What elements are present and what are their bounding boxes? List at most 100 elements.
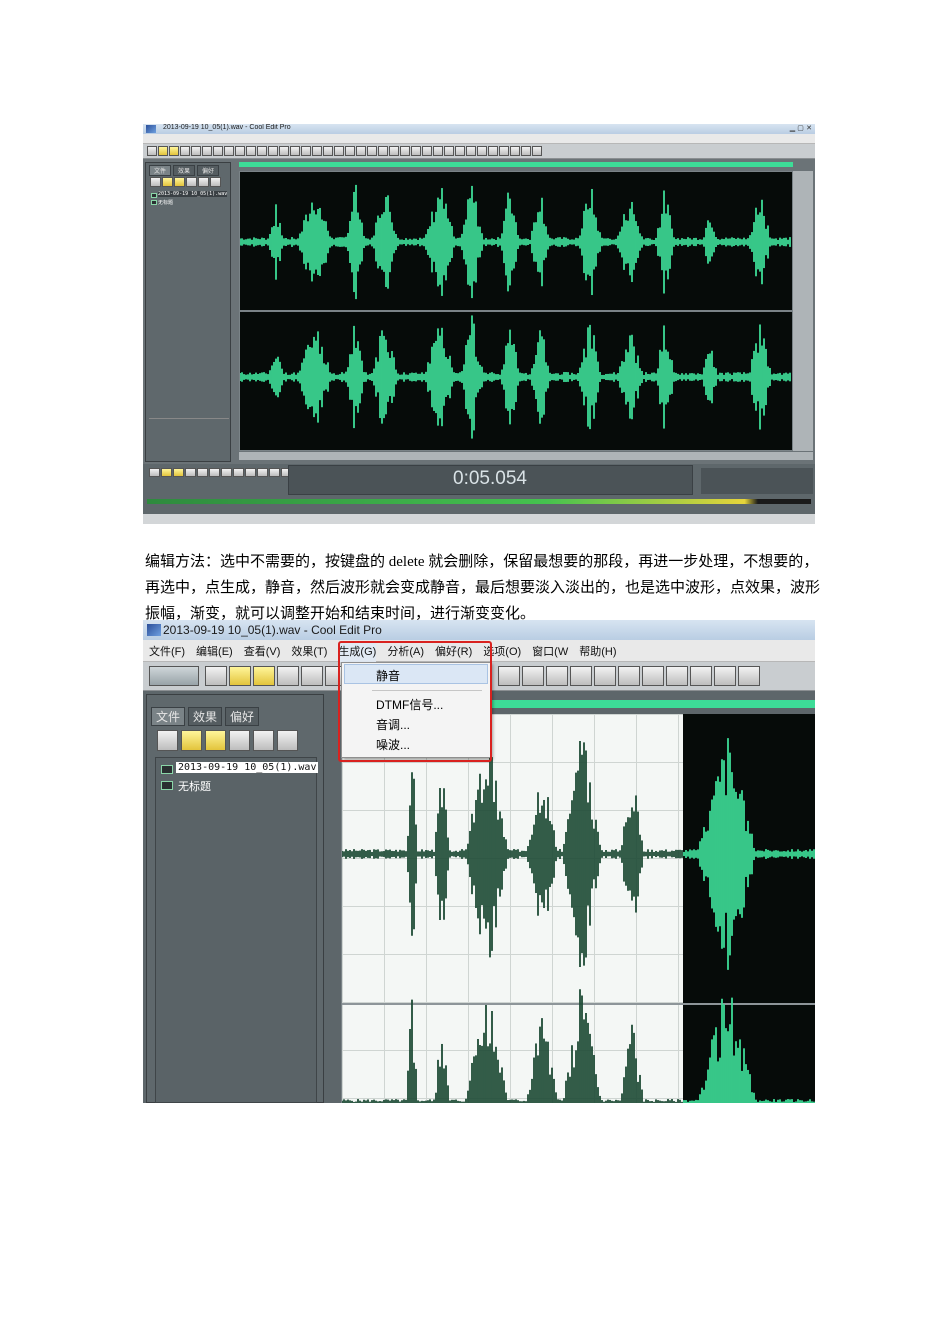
waveform-channel-left (342, 738, 815, 970)
app-icon (147, 624, 161, 636)
toolbar-button[interactable] (532, 146, 542, 156)
toolbar-button[interactable] (181, 730, 202, 751)
panel-tab-0[interactable]: 文件 (151, 707, 186, 726)
toolbar-button[interactable] (174, 177, 185, 187)
toolbar-button[interactable] (269, 468, 280, 477)
toolbar-button[interactable] (666, 666, 688, 686)
toolbar-button[interactable] (400, 146, 410, 156)
toolbar-button[interactable] (433, 146, 443, 156)
toolbar-button[interactable] (213, 146, 223, 156)
toolbar-button[interactable] (301, 146, 311, 156)
toolbar-button[interactable] (253, 730, 274, 751)
menu-2[interactable]: 查看(V) (244, 643, 281, 662)
waveform-display[interactable] (341, 714, 815, 1103)
menu-9[interactable]: 帮助(H) (579, 643, 616, 662)
toolbar-button[interactable] (147, 146, 157, 156)
panel-tab-1[interactable]: 效果 (188, 707, 223, 726)
toolbar-button[interactable] (221, 468, 232, 477)
toolbar-button[interactable] (422, 146, 432, 156)
toolbar-button[interactable] (570, 666, 592, 686)
file-item-untitled[interactable]: 无标题 (178, 778, 211, 794)
toolbar-button[interactable] (738, 666, 760, 686)
toolbar-button[interactable] (235, 146, 245, 156)
toolbar-button[interactable] (498, 666, 520, 686)
toolbar-button[interactable] (229, 730, 250, 751)
toolbar-button[interactable] (209, 468, 220, 477)
toolbar-button[interactable] (158, 146, 168, 156)
selection-readout (701, 468, 813, 494)
toolbar-button[interactable] (268, 146, 278, 156)
toolbar-button[interactable] (521, 146, 531, 156)
toolbar-button[interactable] (594, 666, 616, 686)
toolbar-button[interactable] (202, 146, 212, 156)
toolbar-button[interactable] (455, 146, 465, 156)
toolbar-button[interactable] (546, 666, 568, 686)
toolbar-button[interactable] (499, 146, 509, 156)
screenshot-top: 2013-09-19 10_05(1).wav - Cool Edit Pro … (143, 124, 815, 524)
menu-1[interactable]: 编辑(E) (196, 643, 233, 662)
toolbar-button[interactable] (161, 468, 172, 477)
menu-8[interactable]: 窗口(W (532, 643, 568, 662)
toolbar-button[interactable] (157, 730, 178, 751)
file-item[interactable]: 2013-09-19 10_05(1).wav (158, 191, 228, 197)
toolbar-button[interactable] (488, 146, 498, 156)
toolbar-button[interactable] (229, 666, 251, 686)
toolbar-button[interactable] (205, 666, 227, 686)
toolbar-button[interactable] (198, 177, 209, 187)
panel-tab-2[interactable]: 偏好 (225, 707, 260, 726)
toolbar-button[interactable] (714, 666, 736, 686)
toolbar-button[interactable] (345, 146, 355, 156)
toolbar-button[interactable] (690, 666, 712, 686)
toolbar-button[interactable] (246, 146, 256, 156)
toolbar-button[interactable] (197, 468, 208, 477)
toolbar-button[interactable] (510, 146, 520, 156)
toolbar-button[interactable] (186, 177, 197, 187)
toolbar-button[interactable] (257, 468, 268, 477)
toolbar-button[interactable] (173, 468, 184, 477)
toolbar-button[interactable] (162, 177, 173, 187)
toolbar-button[interactable] (466, 146, 476, 156)
toolbar-button[interactable] (150, 177, 161, 187)
file-item-wav[interactable]: 2013-09-19 10_05(1).wav (176, 762, 319, 773)
waveform-view-button[interactable] (149, 666, 199, 686)
toolbar-button[interactable] (323, 146, 333, 156)
file-item[interactable]: 无标题 (158, 199, 173, 206)
toolbar-button[interactable] (180, 146, 190, 156)
toolbar-button[interactable] (290, 146, 300, 156)
toolbar-button[interactable] (210, 177, 221, 187)
toolbar-button[interactable] (389, 146, 399, 156)
toolbar-button[interactable] (312, 146, 322, 156)
menu-3[interactable]: 效果(T) (291, 643, 327, 662)
panel-tab-0[interactable]: 文件 (149, 165, 172, 176)
toolbar-button[interactable] (334, 146, 344, 156)
toolbar-button[interactable] (367, 146, 377, 156)
toolbar-button[interactable] (277, 730, 298, 751)
toolbar-button[interactable] (191, 146, 201, 156)
toolbar-button[interactable] (257, 146, 267, 156)
toolbar-button[interactable] (378, 146, 388, 156)
overview-bar[interactable] (239, 162, 793, 167)
panel-tab-1[interactable]: 效果 (173, 165, 196, 176)
toolbar-button[interactable] (301, 666, 323, 686)
toolbar-button[interactable] (444, 146, 454, 156)
toolbar-button[interactable] (185, 468, 196, 477)
toolbar-button[interactable] (149, 468, 160, 477)
toolbar-button[interactable] (522, 666, 544, 686)
toolbar-button[interactable] (205, 730, 226, 751)
toolbar-button[interactable] (245, 468, 256, 477)
toolbar-button[interactable] (279, 146, 289, 156)
toolbar-button[interactable] (477, 146, 487, 156)
toolbar-button[interactable] (356, 146, 366, 156)
toolbar-button[interactable] (233, 468, 244, 477)
toolbar-button[interactable] (224, 146, 234, 156)
window-controls[interactable]: ▁ ▢ ✕ (790, 124, 812, 132)
panel-tab-2[interactable]: 偏好 (197, 165, 220, 176)
menu-0[interactable]: 文件(F) (149, 643, 185, 662)
toolbar-button[interactable] (642, 666, 664, 686)
toolbar-button[interactable] (169, 146, 179, 156)
toolbar-button[interactable] (253, 666, 275, 686)
toolbar-button[interactable] (411, 146, 421, 156)
waveform-display[interactable] (239, 171, 793, 451)
toolbar-button[interactable] (618, 666, 640, 686)
toolbar-button[interactable] (277, 666, 299, 686)
